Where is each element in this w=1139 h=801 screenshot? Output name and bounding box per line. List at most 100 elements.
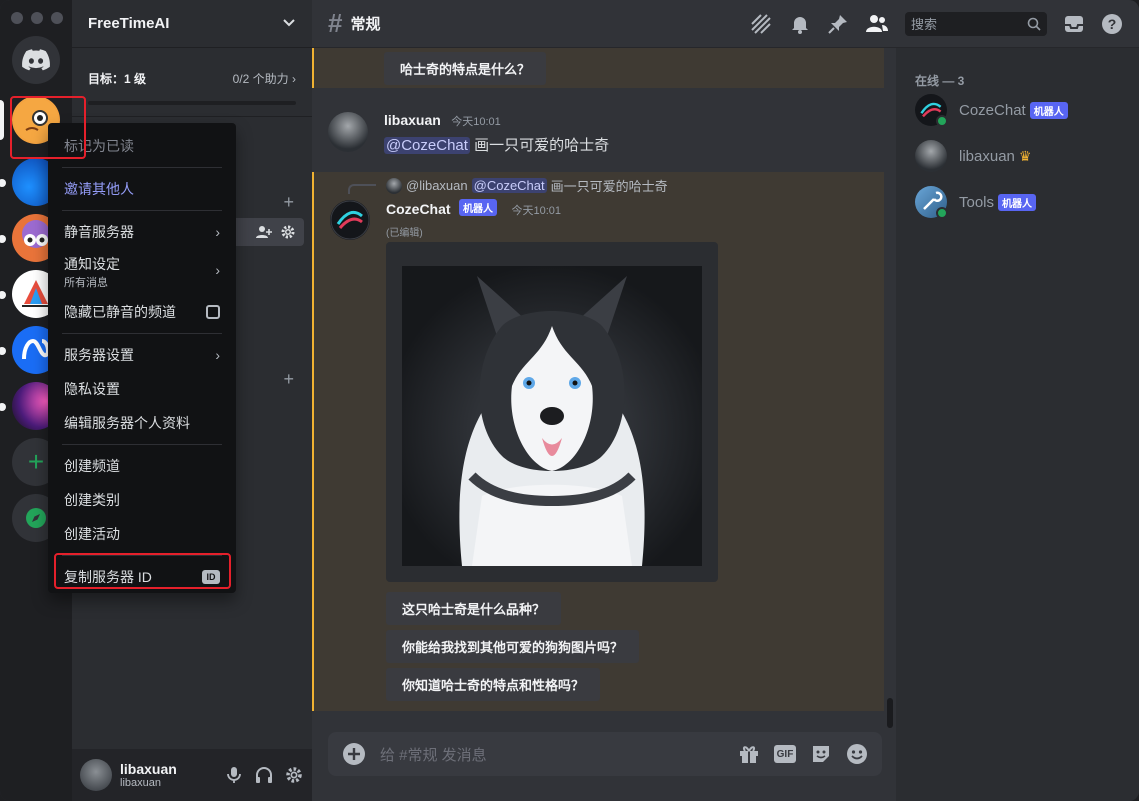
headphones-icon[interactable] bbox=[254, 765, 274, 785]
hash-icon: # bbox=[328, 8, 343, 38]
menu-item-mark-read[interactable]: 标记为已读 bbox=[56, 129, 228, 163]
add-channel-icon[interactable]: + bbox=[283, 369, 294, 390]
message-composer[interactable]: 给 #常规 发消息 GIF bbox=[328, 732, 882, 776]
user-panel: libaxuan libaxuan bbox=[72, 749, 312, 801]
menu-item-create-category[interactable]: 创建类别 bbox=[56, 483, 228, 517]
husky-illustration-icon bbox=[459, 276, 645, 566]
menu-item-server-settings[interactable]: 服务器设置 › bbox=[56, 338, 228, 372]
menu-separator bbox=[62, 167, 222, 168]
server-header[interactable]: FreeTimeAI bbox=[72, 0, 312, 48]
user-avatar[interactable] bbox=[80, 759, 112, 791]
chevron-right-icon: › bbox=[215, 224, 220, 240]
edited-label: (已编辑) bbox=[386, 228, 423, 239]
search-placeholder: 搜索 bbox=[911, 17, 938, 32]
add-attachment-icon[interactable] bbox=[342, 742, 366, 766]
reply-mention: @CozeChat bbox=[471, 178, 547, 193]
gif-button[interactable]: GIF bbox=[774, 745, 796, 763]
selected-channel-actions bbox=[232, 218, 304, 246]
notification-bell-icon[interactable] bbox=[789, 13, 811, 35]
member-list-icon[interactable] bbox=[865, 13, 889, 35]
message-author[interactable]: libaxuan bbox=[384, 112, 441, 128]
goal-progress-bar bbox=[88, 101, 296, 105]
microphone-icon[interactable] bbox=[224, 765, 244, 785]
message-avatar[interactable] bbox=[330, 200, 370, 240]
invite-member-icon[interactable] bbox=[256, 225, 272, 239]
message-author[interactable]: CozeChat bbox=[386, 201, 451, 217]
mention[interactable]: @CozeChat bbox=[384, 137, 470, 154]
unread-indicator bbox=[0, 403, 6, 411]
discord-logo-icon bbox=[22, 49, 50, 71]
scrollbar-thumb[interactable] bbox=[887, 698, 893, 728]
member-item[interactable]: libaxuan ♛ bbox=[915, 140, 1031, 172]
menu-item-create-event[interactable]: 创建活动 bbox=[56, 517, 228, 551]
menu-item-copy-server-id[interactable]: 复制服务器 ID ID bbox=[56, 560, 228, 594]
menu-item-create-channel[interactable]: 创建频道 bbox=[56, 449, 228, 483]
window-zoom-button[interactable] bbox=[51, 12, 63, 24]
server-name: FreeTimeAI bbox=[88, 15, 170, 32]
gift-icon[interactable] bbox=[738, 743, 760, 765]
search-input[interactable]: 搜索 bbox=[905, 11, 1047, 36]
pin-icon[interactable] bbox=[827, 13, 849, 35]
plus-icon: + bbox=[27, 446, 45, 477]
menu-item-edit-profile[interactable]: 编辑服务器个人资料 bbox=[56, 406, 228, 440]
member-list: 在线 — 3 CozeChat 机器人 libaxuan ♛ Tools 机器人 bbox=[896, 48, 1139, 801]
bot-badge: 机器人 bbox=[1029, 101, 1068, 119]
menu-item-notification-settings[interactable]: 通知设定 所有消息 › bbox=[56, 249, 228, 295]
suggestion-button[interactable]: 你知道哈士奇的特点和性格吗？ bbox=[386, 668, 601, 701]
reply-preview[interactable]: @libaxuan @CozeChat 画一只可爱的哈士奇 bbox=[386, 176, 668, 195]
emoji-icon[interactable] bbox=[846, 743, 868, 765]
suggestion-button[interactable]: 这只哈士奇是什么品种？ bbox=[386, 592, 562, 625]
message-content: @CozeChat 画一只可爱的哈士奇 bbox=[384, 134, 609, 155]
boost-goal[interactable]: 目标：1 级 0/2 个助力 › bbox=[88, 70, 296, 105]
unread-indicator bbox=[0, 179, 6, 187]
menu-item-label: 通知设定 bbox=[64, 256, 120, 272]
inbox-icon[interactable] bbox=[1063, 13, 1085, 35]
menu-separator bbox=[62, 333, 222, 334]
message-avatar[interactable] bbox=[328, 112, 368, 152]
user-settings-gear-icon[interactable] bbox=[284, 765, 304, 785]
message-scrollbar[interactable] bbox=[884, 48, 896, 728]
menu-separator bbox=[62, 555, 222, 556]
goal-label: 目标：1 级 bbox=[88, 72, 147, 86]
chevron-down-icon bbox=[282, 15, 296, 33]
menu-item-privacy[interactable]: 隐私设置 bbox=[56, 372, 228, 406]
unread-indicator bbox=[0, 347, 6, 355]
search-icon bbox=[1027, 17, 1041, 31]
bot-badge: 机器人 bbox=[998, 193, 1037, 211]
composer-placeholder: 给 #常规 发消息 bbox=[380, 746, 487, 764]
menu-item-label: 复制服务器 ID bbox=[64, 569, 152, 585]
hide-muted-checkbox[interactable] bbox=[206, 305, 220, 319]
menu-item-label: 隐藏已静音的频道 bbox=[64, 304, 176, 320]
menu-separator bbox=[62, 444, 222, 445]
reply-spine bbox=[348, 184, 376, 194]
sticker-icon[interactable] bbox=[810, 743, 832, 765]
reply-author: @libaxuan bbox=[406, 178, 468, 193]
threads-icon[interactable] bbox=[749, 12, 773, 36]
compass-icon bbox=[26, 508, 46, 528]
help-icon[interactable]: ? bbox=[1101, 13, 1123, 35]
window-minimize-button[interactable] bbox=[31, 12, 43, 24]
meta-logo-icon bbox=[22, 339, 51, 360]
member-item[interactable]: Tools 机器人 bbox=[915, 186, 1037, 219]
menu-item-invite[interactable]: 邀请其他人 bbox=[56, 172, 228, 206]
menu-item-hide-muted[interactable]: 隐藏已静音的频道 bbox=[56, 295, 228, 329]
online-status-icon bbox=[936, 115, 948, 127]
window-close-button[interactable] bbox=[11, 12, 23, 24]
message-user: libaxuan 今天10:01 @CozeChat 画一只可爱的哈士奇 bbox=[312, 104, 884, 164]
husky-image[interactable] bbox=[402, 266, 702, 566]
unread-indicator bbox=[0, 235, 6, 243]
cozechat-logo-icon bbox=[330, 200, 370, 240]
menu-item-mute-server[interactable]: 静音服务器 › bbox=[56, 215, 228, 249]
reply-text: 画一只可爱的哈士奇 bbox=[550, 179, 668, 194]
server-context-menu: 标记为已读 邀请其他人 静音服务器 › 通知设定 所有消息 › 隐藏已静音的频道… bbox=[48, 123, 236, 593]
selected-server-indicator bbox=[0, 100, 4, 140]
bot-badge: 机器人 bbox=[459, 199, 498, 216]
member-item[interactable]: CozeChat 机器人 bbox=[915, 94, 1068, 127]
suggestion-button[interactable]: 哈士奇的特点是什么？ bbox=[384, 52, 547, 85]
suggestion-button[interactable]: 你能给我找到其他可爱的狗狗图片吗？ bbox=[386, 630, 640, 663]
add-channel-icon[interactable]: + bbox=[283, 192, 294, 213]
channel-settings-gear-icon[interactable] bbox=[280, 224, 296, 240]
discord-home-button[interactable] bbox=[12, 36, 60, 84]
discord-window: + FreeTimeAI 目标：1 级 0/2 个助力 › + + libaxu… bbox=[0, 0, 1139, 801]
svg-text:?: ? bbox=[1108, 16, 1117, 32]
